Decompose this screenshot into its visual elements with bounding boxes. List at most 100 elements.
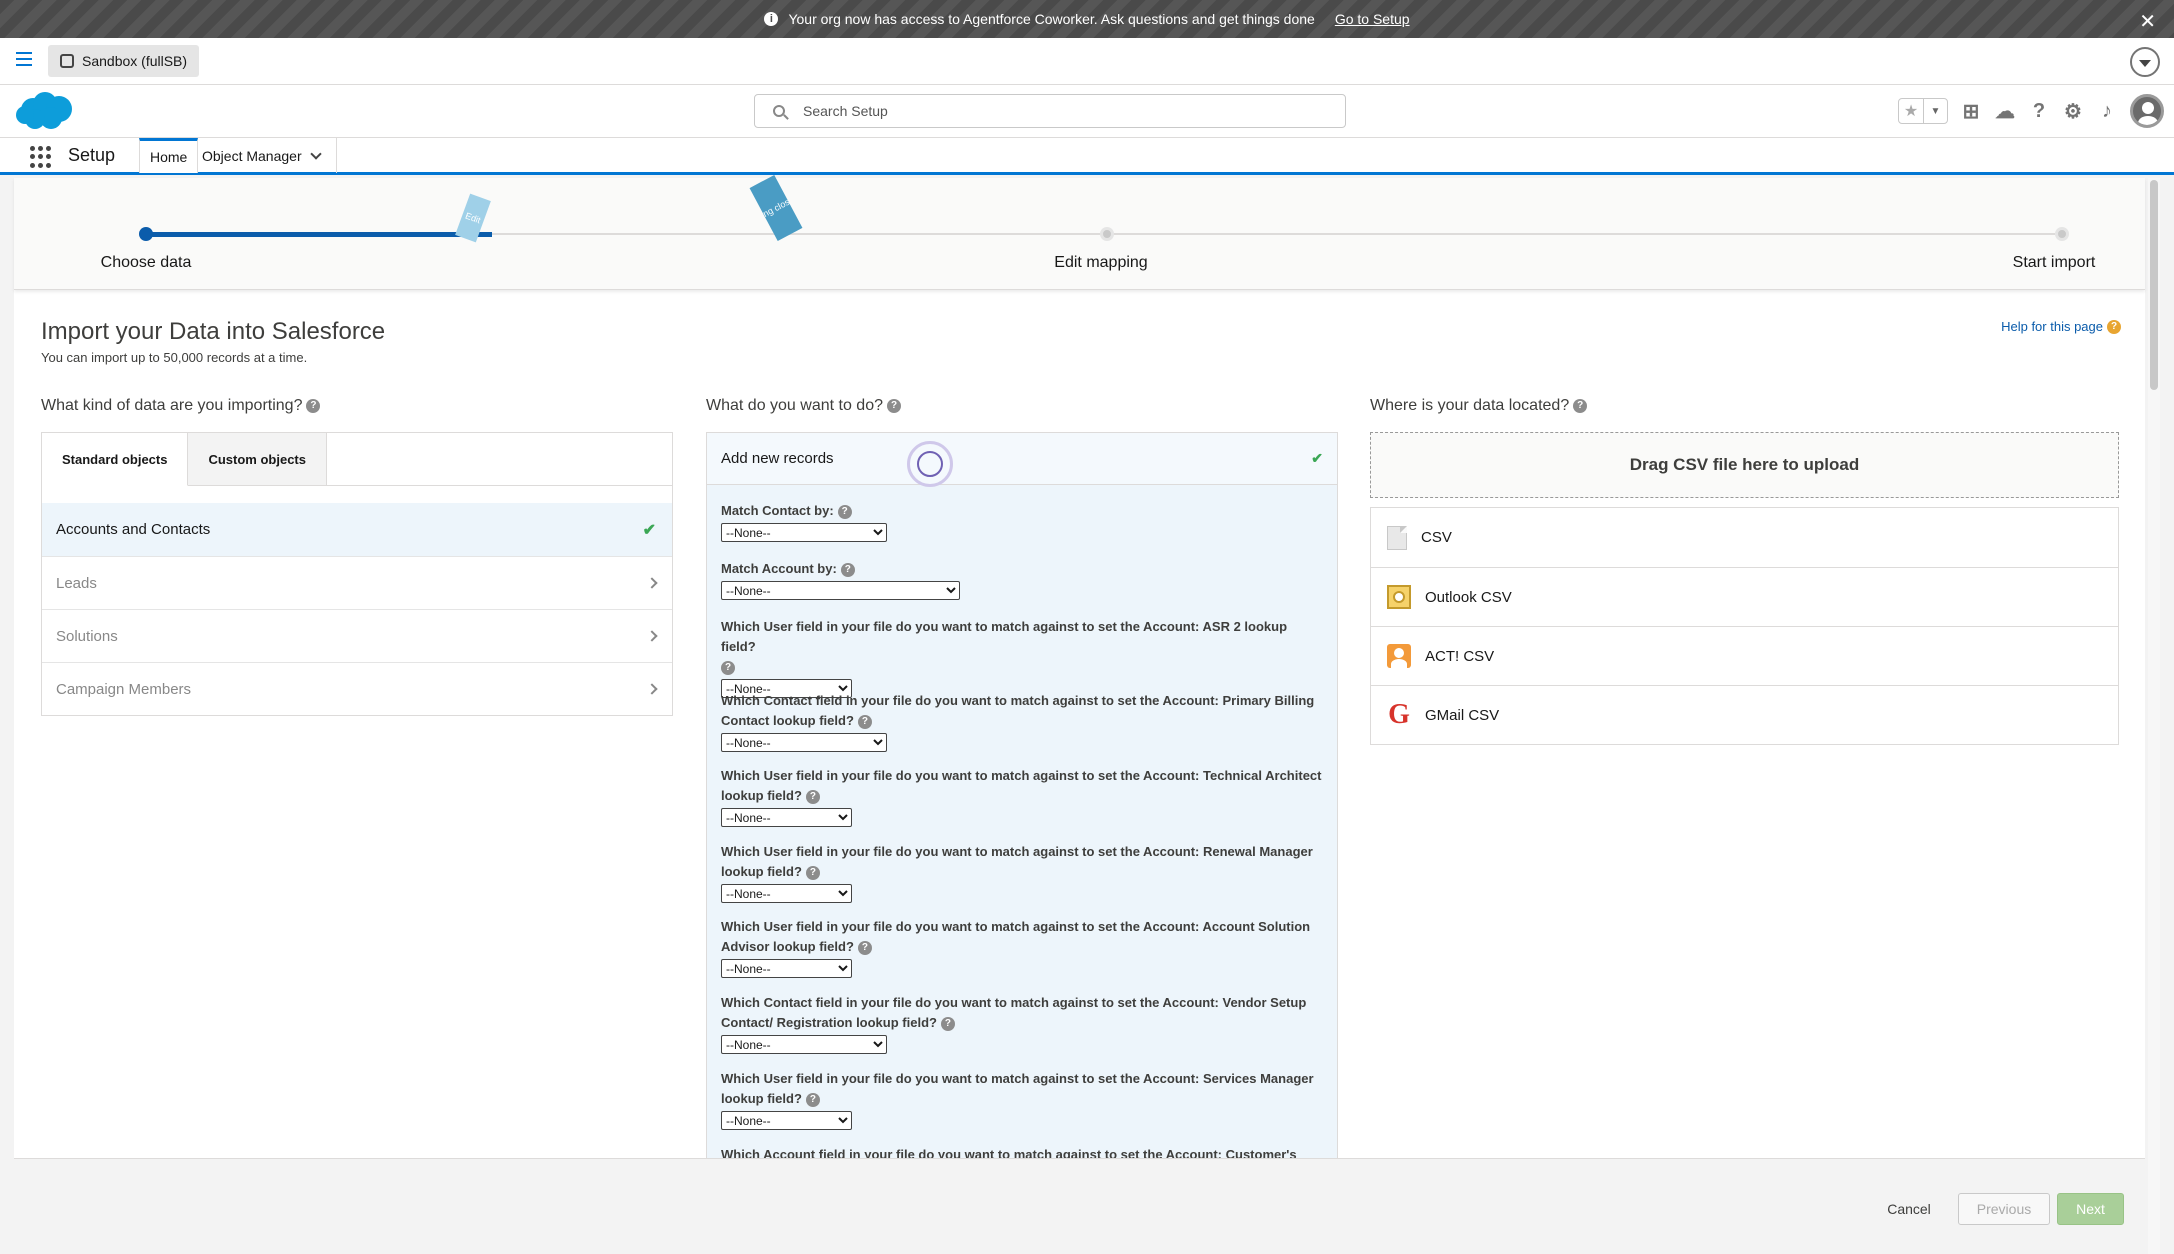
field-label: Match Contact by:?: [721, 501, 1325, 521]
next-button[interactable]: Next: [2057, 1193, 2124, 1225]
field-label: Which User field in your file do you wan…: [721, 619, 1288, 675]
help-icon[interactable]: ?: [2028, 100, 2050, 122]
tab-home-label: Home: [150, 149, 188, 165]
add-new-records-option[interactable]: Add new records ✔: [707, 433, 1337, 485]
vendor-setup-contact-select[interactable]: --None--: [721, 1035, 887, 1054]
question-icon[interactable]: ?: [805, 865, 820, 880]
account-solution-advisor-select[interactable]: --None--: [721, 959, 852, 978]
sandbox-indicator[interactable]: Sandbox (fullSB): [48, 45, 200, 77]
list-item-accounts-and-contacts[interactable]: Accounts and Contacts ✔: [42, 503, 672, 556]
banner-message: Your org now has access to Agentforce Co…: [788, 11, 1315, 27]
technical-architect-select[interactable]: --None--: [721, 808, 852, 827]
list-item-label: Solutions: [56, 627, 118, 645]
announcement-banner: i Your org now has access to Agentforce …: [0, 0, 2174, 38]
data-source-list: CSV Outlook CSV ACT! CSV G GMail CSV: [1370, 507, 2119, 745]
page-title: Import your Data into Salesforce: [41, 318, 386, 345]
renewal-manager-select[interactable]: --None--: [721, 884, 852, 903]
list-item-solutions[interactable]: Solutions: [42, 609, 672, 662]
help-link-label: Help for this page: [2001, 319, 2103, 334]
question-icon[interactable]: ?: [840, 562, 855, 577]
field-label: Match Account by:?: [721, 559, 1325, 579]
avatar[interactable]: [2130, 94, 2164, 128]
question-icon[interactable]: ?: [805, 1092, 820, 1107]
match-account-select[interactable]: --None--: [721, 581, 960, 600]
click-indicator-icon: [907, 441, 953, 487]
field-label: Which User field in your file do you wan…: [721, 768, 1322, 804]
help-link[interactable]: Help for this page ?: [2001, 319, 2121, 334]
primary-billing-contact-field: Which Contact field in your file do you …: [721, 691, 1325, 752]
trailhead-icon[interactable]: ☁: [1994, 100, 2016, 123]
search-box: [754, 94, 1346, 128]
question-icon[interactable]: ?: [887, 398, 901, 413]
step-label-choose-data: Choose data: [100, 254, 192, 271]
page-scrollbar[interactable]: [2148, 178, 2160, 1254]
action-panel: Add new records ✔ Match Contact by:? --N…: [706, 432, 1338, 1254]
match-account-field: Match Account by:? --None--: [721, 559, 1325, 600]
list-item-campaign-members[interactable]: Campaign Members: [42, 662, 672, 715]
field-label: Which Contact field in your file do you …: [721, 693, 1315, 729]
hamburger-menu-icon[interactable]: [16, 52, 32, 66]
list-item-label: Accounts and Contacts: [56, 521, 211, 538]
source-label: GMail CSV: [1425, 706, 1500, 724]
field-label: Which Contact field in your file do you …: [721, 995, 1307, 1031]
question-icon[interactable]: ?: [837, 504, 852, 519]
go-to-setup-link[interactable]: Go to Setup: [1335, 11, 1410, 27]
tab-object-manager[interactable]: Object Manager: [192, 138, 337, 173]
favorites-dropdown-icon[interactable]: ▼: [1923, 99, 1947, 123]
primary-billing-contact-select[interactable]: --None--: [721, 733, 887, 752]
scrollbar-thumb[interactable]: [2150, 180, 2158, 390]
gear-icon[interactable]: ⚙: [2062, 100, 2084, 123]
list-item-leads[interactable]: Leads: [42, 556, 672, 609]
tab-home[interactable]: Home: [139, 138, 199, 173]
col1-heading-text: What kind of data are you importing?: [41, 397, 303, 414]
chevron-right-icon: [646, 683, 658, 695]
csv-drop-zone[interactable]: Drag CSV file here to upload: [1370, 432, 2119, 498]
match-contact-select[interactable]: --None--: [721, 523, 887, 542]
sandbox-bar: Sandbox (fullSB): [0, 38, 2174, 85]
gmail-icon: G: [1388, 699, 1410, 730]
search-input[interactable]: [803, 103, 1323, 119]
step-label-start-import: Start import: [2012, 254, 2096, 271]
bell-icon[interactable]: ♪: [2096, 100, 2118, 122]
step-dot-edit-mapping: [1100, 227, 1114, 241]
question-icon[interactable]: ?: [940, 1016, 955, 1031]
tab-custom-objects[interactable]: Custom objects: [188, 433, 327, 485]
sandbox-dropdown-icon[interactable]: [2130, 47, 2160, 77]
question-icon[interactable]: ?: [1573, 398, 1588, 413]
field-label: Which User field in your file do you wan…: [721, 844, 1313, 880]
step-label-edit-mapping: Edit mapping: [1054, 254, 1148, 271]
source-item-csv[interactable]: CSV: [1371, 508, 2118, 567]
cancel-button[interactable]: Cancel: [1874, 1193, 1944, 1225]
source-item-act-csv[interactable]: ACT! CSV: [1371, 626, 2118, 685]
help-question-icon: ?: [2107, 319, 2121, 334]
question-icon[interactable]: ?: [721, 660, 735, 675]
salesforce-logo: [16, 92, 72, 129]
source-item-outlook-csv[interactable]: Outlook CSV: [1371, 567, 2118, 626]
question-icon[interactable]: ?: [857, 940, 872, 955]
services-manager-select[interactable]: --None--: [721, 1111, 852, 1130]
list-item-label: Campaign Members: [56, 680, 192, 698]
header-icons: ★ ▼ ⊞ ☁ ? ⚙ ♪: [1898, 94, 2164, 128]
chevron-down-icon[interactable]: [309, 147, 322, 160]
question-icon[interactable]: ?: [306, 398, 321, 413]
chevron-right-icon: [646, 577, 658, 589]
check-icon: ✔: [1311, 450, 1323, 466]
tab-standard-objects[interactable]: Standard objects: [42, 433, 189, 486]
account-solution-advisor-field: Which User field in your file do you wan…: [721, 917, 1325, 978]
add-icon[interactable]: ⊞: [1960, 100, 1982, 123]
match-contact-field: Match Contact by:? --None--: [721, 501, 1325, 542]
close-icon[interactable]: ✕: [2139, 9, 2156, 34]
tab-object-manager-label: Object Manager: [202, 147, 302, 164]
question-icon[interactable]: ?: [805, 789, 820, 804]
chevron-right-icon: [646, 630, 658, 642]
star-icon[interactable]: ★: [1899, 99, 1923, 123]
source-item-gmail-csv[interactable]: G GMail CSV: [1371, 685, 2118, 744]
renewal-manager-field: Which User field in your file do you wan…: [721, 842, 1325, 903]
app-launcher-icon[interactable]: [30, 146, 52, 168]
previous-button[interactable]: Previous: [1958, 1193, 2050, 1225]
progress-ribbon: Ring closer: [749, 174, 803, 242]
sandbox-label: Sandbox (fullSB): [82, 53, 188, 69]
services-manager-field: Which User field in your file do you wan…: [721, 1069, 1325, 1130]
wizard-footer: Cancel Previous Next: [14, 1158, 2145, 1254]
question-icon[interactable]: ?: [857, 714, 872, 729]
